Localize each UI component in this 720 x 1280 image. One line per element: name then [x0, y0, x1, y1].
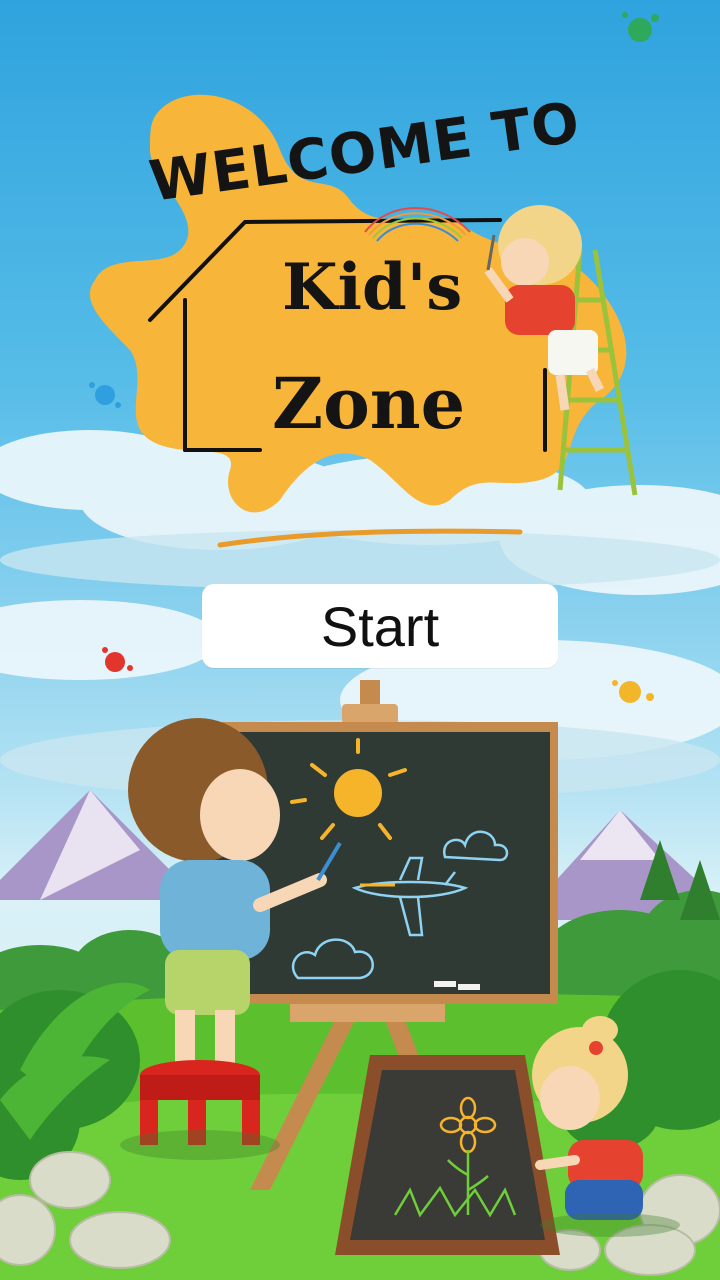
- start-button[interactable]: Start: [202, 584, 558, 668]
- kids-zone-welcome-screen: WELCOME TO Kid's Zone Start: [0, 0, 720, 1280]
- small-chalkboard: [335, 1055, 560, 1255]
- title-zone: Zone: [272, 362, 466, 445]
- title-kids: Kid's: [282, 250, 463, 325]
